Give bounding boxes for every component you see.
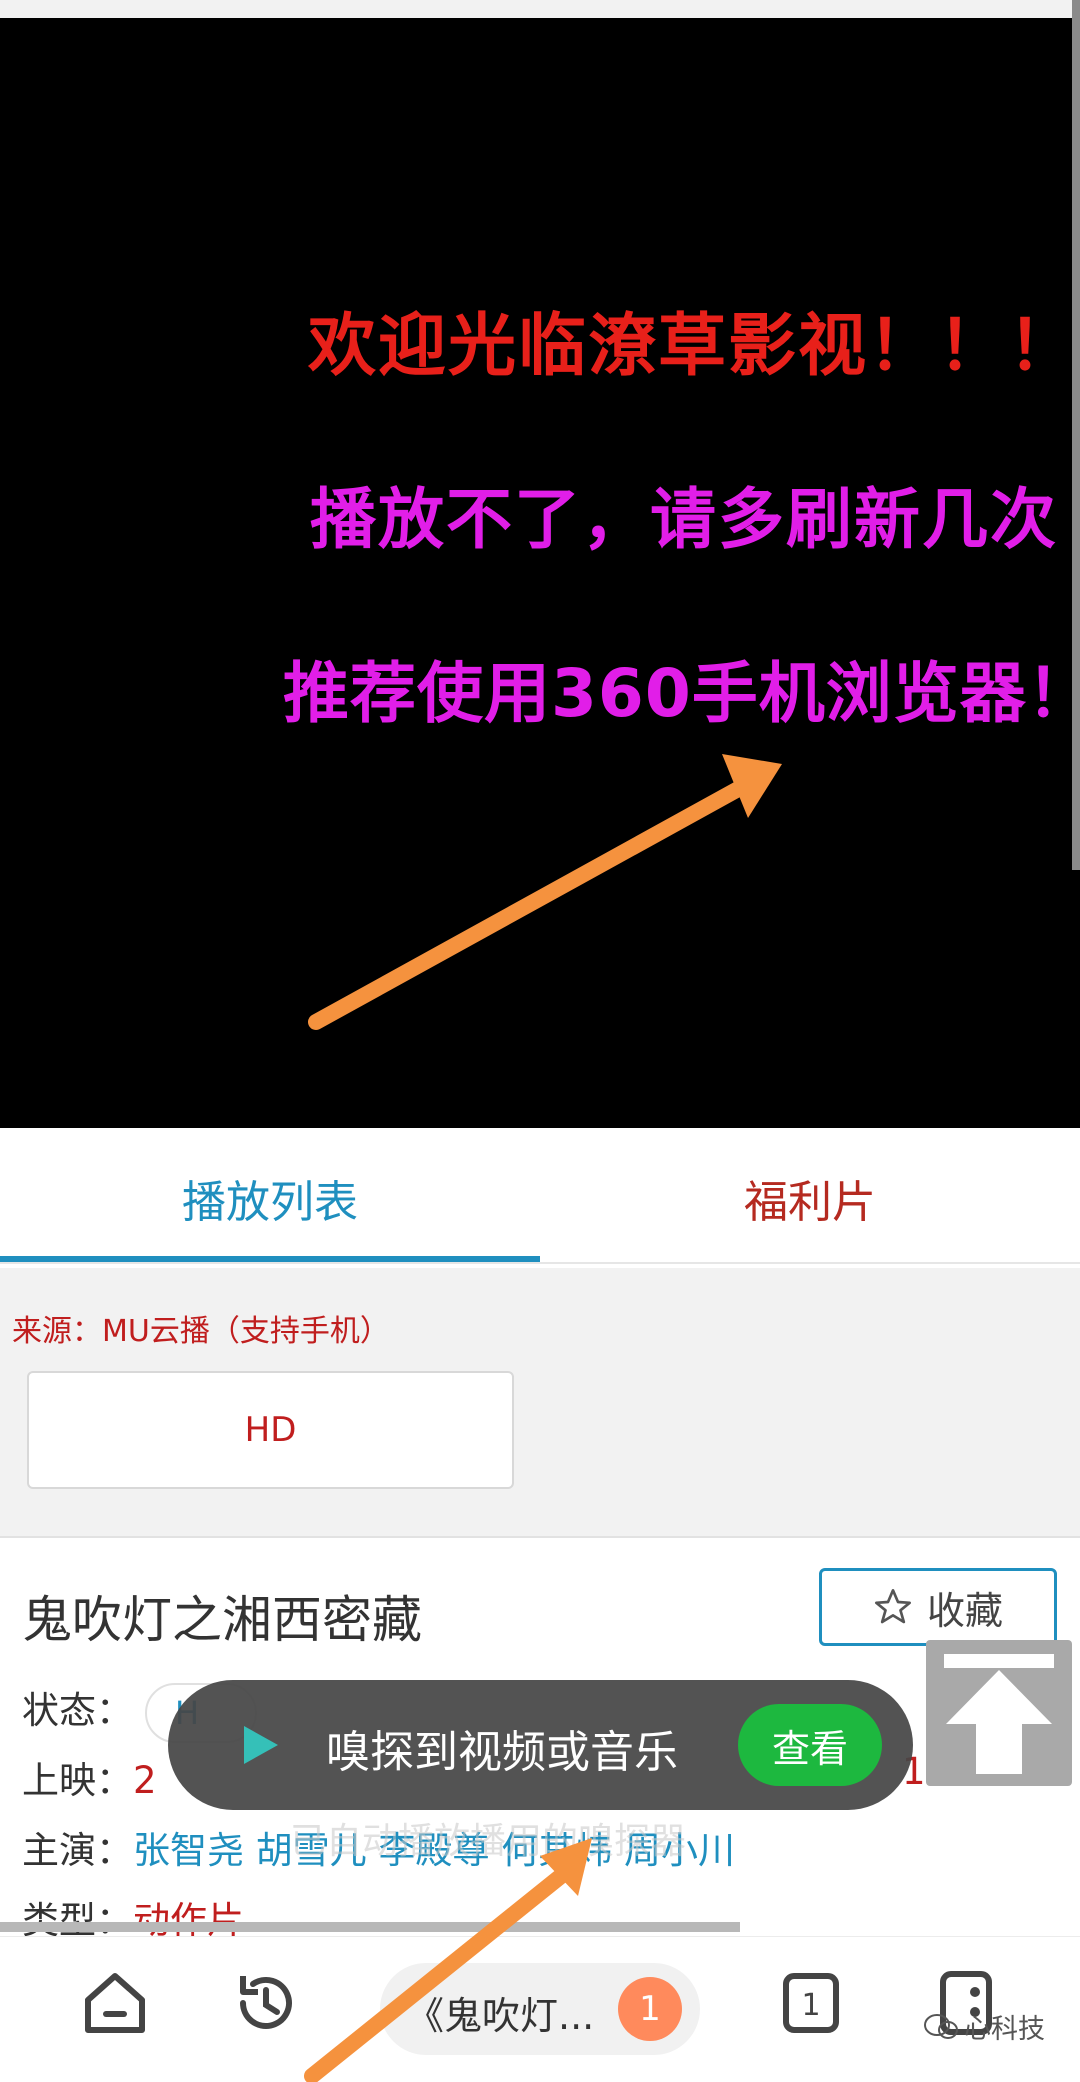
tabs-icon[interactable]: 1 (771, 1963, 851, 2043)
top-strip (0, 0, 1080, 18)
tab-count: 1 (801, 1988, 820, 2023)
page-scrollbar[interactable] (1072, 0, 1080, 870)
actors-label: 主演： (22, 1829, 133, 1872)
bottom-toolbar: 《鬼吹灯... 1 1 心科技 (0, 1936, 1080, 2082)
episode-button-hd[interactable]: HD (27, 1371, 514, 1489)
view-button[interactable]: 查看 (738, 1704, 882, 1786)
address-text: 《鬼吹灯... (406, 1994, 595, 2038)
source-panel: 来源：MU云播（支持手机） HD (0, 1268, 1080, 1536)
annotation-arrow-icon (308, 754, 782, 1030)
video-player[interactable]: 欢迎光临潦草影视！！！ 播放不了，请多刷新几次 推荐使用360手机浏览器！ (0, 18, 1080, 1128)
movie-title: 鬼吹灯之湘西密藏 (22, 1591, 422, 1649)
watermark-text: 心科技 (964, 2014, 1045, 2045)
release-date: 2 (133, 1759, 157, 1802)
sniffer-toast: 嗅探到视频或音乐 查看 (168, 1680, 913, 1810)
address-bar[interactable]: 《鬼吹灯... 1 (380, 1963, 700, 2055)
sniffer-count-badge[interactable]: 1 (618, 1977, 682, 2041)
source-label: 来源：MU云播（支持手机） (12, 1314, 390, 1349)
play-icon (244, 1726, 278, 1764)
history-icon[interactable] (226, 1963, 306, 2043)
watermark: 心科技 (924, 2007, 1045, 2046)
home-icon[interactable] (75, 1963, 155, 2043)
arrow-up-icon (944, 1654, 1054, 1774)
tab-divider (0, 1262, 1080, 1264)
horizontal-scrollbar[interactable] (0, 1922, 740, 1932)
wechat-icon (924, 2013, 958, 2039)
favorite-label: 收藏 (926, 1588, 1003, 1633)
release-label: 上映： (22, 1759, 133, 1802)
toast-subtext: 已自动播放播用的嗅探器 (290, 1821, 687, 1862)
favorite-button[interactable]: 收藏 (819, 1568, 1057, 1646)
star-icon (874, 1589, 911, 1624)
tab-bar: 播放列表 福利片 (0, 1128, 1080, 1268)
status-label: 状态： (22, 1689, 133, 1732)
tab-welfare[interactable]: 福利片 (540, 1128, 1080, 1268)
release-row: 上映：2 (22, 1750, 157, 1804)
toast-message: 嗅探到视频或音乐 (326, 1727, 678, 1778)
scroll-to-top-button[interactable] (926, 1640, 1072, 1786)
tab-playlist[interactable]: 播放列表 (0, 1128, 540, 1268)
